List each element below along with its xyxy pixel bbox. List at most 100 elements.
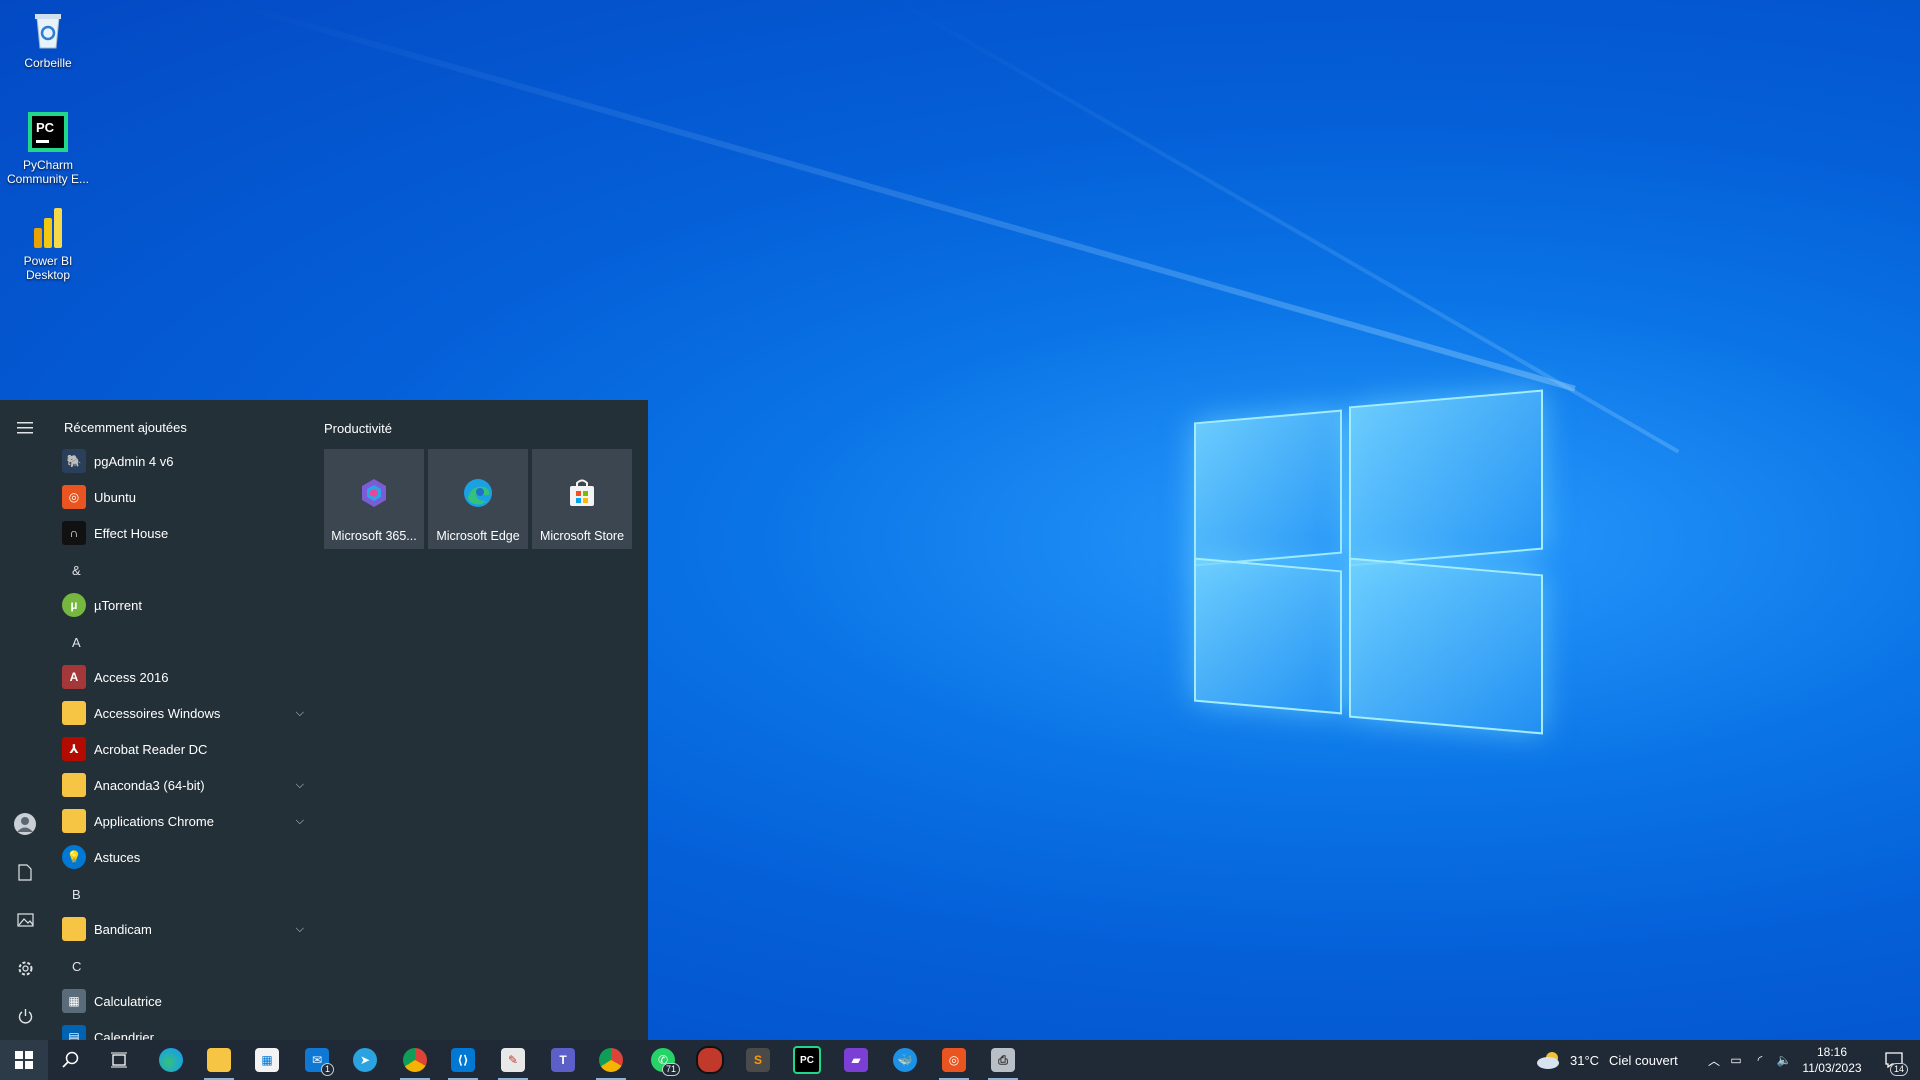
tile-label: Microsoft 365... [331, 529, 417, 543]
app-label: Anaconda3 (64-bit) [94, 777, 205, 793]
vscode-icon: ⟨⟩ [451, 1048, 475, 1072]
group-title[interactable]: Productivité [324, 421, 392, 436]
taskbar-sublime[interactable]: S [735, 1040, 781, 1080]
search-icon [62, 1051, 79, 1068]
store-icon: ▦ [255, 1048, 279, 1072]
chevron-down-icon[interactable]: ⌵ [296, 815, 304, 828]
desktop-icon-label: Power BI Desktop [23, 254, 73, 282]
folder-icon [62, 773, 86, 797]
windows-start-icon [15, 1051, 33, 1069]
gear-icon[interactable] [0, 948, 50, 988]
battery-icon[interactable]: ▭ [1724, 1053, 1748, 1067]
chevron-down-icon[interactable]: ⌵ [296, 779, 304, 792]
clapper-icon: ▰ [844, 1048, 868, 1072]
taskbar-file-explorer[interactable] [196, 1040, 242, 1080]
taskbar-ubuntu[interactable]: ◎ [931, 1040, 977, 1080]
start-button[interactable] [0, 1040, 48, 1080]
edge-icon [464, 479, 492, 507]
pictures-icon[interactable] [0, 900, 50, 940]
taskbar-paint[interactable]: ✎ [490, 1040, 536, 1080]
desktop-icon-label: PyCharm Community E... [6, 158, 90, 186]
tile-microsoft-edge[interactable]: Microsoft Edge [428, 449, 528, 549]
taskbar-pycharm[interactable]: PC [784, 1040, 830, 1080]
tile-label: Microsoft Store [539, 529, 625, 543]
desktop-icon-powerbi[interactable]: Power BI Desktop [0, 206, 96, 282]
tile-label: Microsoft Edge [436, 529, 520, 543]
taskbar-store[interactable]: ▦ [244, 1040, 290, 1080]
desktop-icon-recycle-bin[interactable]: Corbeille [0, 8, 96, 70]
wallpaper-light-beam [228, 0, 1576, 392]
taskbar-clapper[interactable]: ▰ [833, 1040, 879, 1080]
chrome-icon [599, 1048, 623, 1072]
taskbar-recorder[interactable] [687, 1040, 733, 1080]
task-view-icon [111, 1052, 127, 1068]
taskbar-chrome[interactable] [392, 1040, 438, 1080]
calculator-icon: ▦ [62, 989, 86, 1013]
app-item-acrobat[interactable]: ⅄ Acrobat Reader DC [62, 731, 312, 767]
weather-widget[interactable]: 31°C Ciel couvert [1536, 1040, 1678, 1080]
folder-icon [62, 917, 86, 941]
wallpaper-windows-logo [1194, 382, 1543, 738]
user-icon[interactable] [0, 804, 50, 844]
app-item-astuces[interactable]: 💡 Astuces [62, 839, 312, 875]
app-item-access[interactable]: A Access 2016 [62, 659, 312, 695]
taskbar-chrome-2[interactable] [588, 1040, 634, 1080]
letter-header[interactable]: & [72, 563, 81, 578]
power-icon[interactable] [0, 996, 50, 1036]
clock[interactable]: 18:16 11/03/2023 [1800, 1040, 1864, 1080]
pgadmin-icon: 🐘 [62, 449, 86, 473]
taskbar-search[interactable] [48, 1040, 94, 1080]
taskbar-edge[interactable] [148, 1040, 194, 1080]
taskbar-vscode[interactable]: ⟨⟩ [440, 1040, 486, 1080]
clock-date: 11/03/2023 [1802, 1061, 1862, 1075]
tile-microsoft-365[interactable]: Microsoft 365... [324, 449, 424, 549]
chevron-down-icon[interactable]: ⌵ [296, 707, 304, 720]
document-icon[interactable] [0, 852, 50, 892]
app-item-effect-house[interactable]: ∩ Effect House [62, 515, 312, 551]
utorrent-icon: µ [62, 593, 86, 617]
notification-center-button[interactable]: 14 [1874, 1040, 1914, 1080]
chevron-up-icon[interactable]: ︿ [1704, 1052, 1724, 1069]
chevron-down-icon[interactable]: ⌵ [296, 923, 304, 936]
letter-header[interactable]: A [72, 635, 81, 650]
app-label: Accessoires Windows [94, 705, 221, 721]
taskbar-printer[interactable]: ⎙ [980, 1040, 1026, 1080]
wifi-icon[interactable]: ◜ [1748, 1053, 1772, 1067]
app-item-accessoires-windows[interactable]: Accessoires Windows ⌵ [62, 695, 312, 731]
teams-icon: T [551, 1048, 575, 1072]
taskbar-telegram[interactable]: ➤ [342, 1040, 388, 1080]
clock-time: 18:16 [1816, 1045, 1848, 1059]
app-item-bandicam[interactable]: Bandicam ⌵ [62, 911, 312, 947]
app-item-applications-chrome[interactable]: Applications Chrome ⌵ [62, 803, 312, 839]
letter-header[interactable]: C [72, 959, 81, 974]
taskbar-task-view[interactable] [96, 1040, 142, 1080]
app-item-utorrent[interactable]: µ µTorrent [62, 587, 312, 623]
recent-header: Récemment ajoutées [64, 420, 187, 435]
tips-icon: 💡 [62, 845, 86, 869]
taskbar-docker[interactable]: 🐳 [882, 1040, 928, 1080]
volume-icon[interactable]: 🔈 [1772, 1053, 1796, 1067]
hamburger-icon[interactable] [0, 408, 50, 448]
chrome-icon [403, 1048, 427, 1072]
app-label: Bandicam [94, 921, 152, 937]
microsoft365-icon [362, 479, 386, 507]
edge-icon [159, 1048, 183, 1072]
app-label: Access 2016 [94, 669, 169, 685]
taskbar-teams[interactable]: T [540, 1040, 586, 1080]
app-item-ubuntu[interactable]: ◎ Ubuntu [62, 479, 312, 515]
app-item-pgadmin[interactable]: 🐘 pgAdmin 4 v6 [62, 443, 312, 479]
tile-microsoft-store[interactable]: Microsoft Store [532, 449, 632, 549]
app-item-anaconda[interactable]: Anaconda3 (64-bit) ⌵ [62, 767, 312, 803]
store-icon [570, 479, 594, 506]
app-item-calendrier[interactable]: ▤ Calendrier [62, 1019, 312, 1040]
notification-badge: 71 [661, 1063, 680, 1076]
docker-icon: 🐳 [893, 1048, 917, 1072]
letter-header[interactable]: B [72, 887, 81, 902]
taskbar-whatsapp[interactable]: ✆ 71 [640, 1040, 686, 1080]
taskbar-mail[interactable]: ✉ 1 [294, 1040, 340, 1080]
folder-icon [62, 809, 86, 833]
sublime-icon: S [746, 1048, 770, 1072]
desktop-icon-pycharm[interactable]: PC PyCharm Community E... [0, 110, 96, 186]
weather-temp: 31°C [1570, 1052, 1600, 1068]
app-item-calculatrice[interactable]: ▦ Calculatrice [62, 983, 312, 1019]
